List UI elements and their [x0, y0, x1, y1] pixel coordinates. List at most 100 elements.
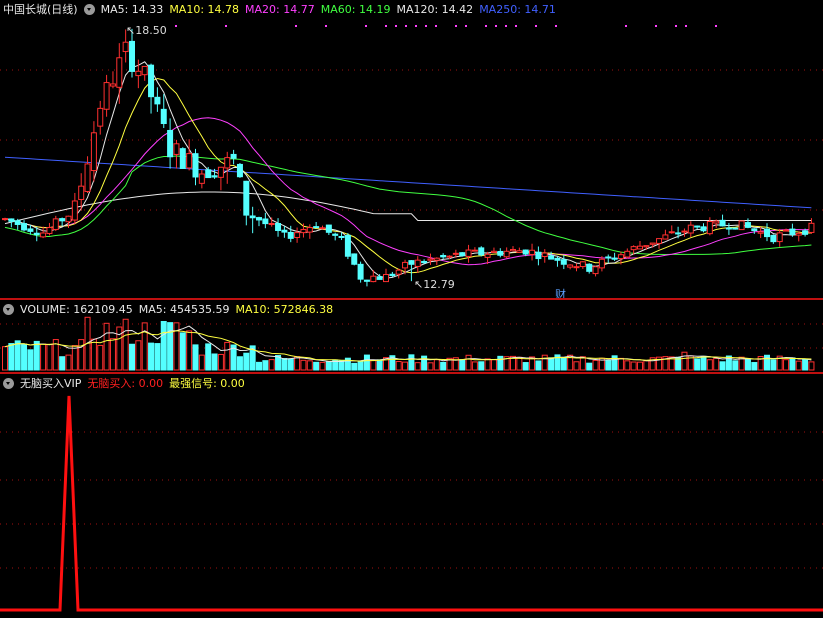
volume-bar: [71, 345, 78, 371]
candle: [103, 74, 110, 117]
volume-bar: [808, 361, 815, 371]
volume-collapse-icon[interactable]: [3, 303, 14, 315]
volume-bar: [802, 358, 809, 371]
candle: [97, 100, 104, 135]
candle: [332, 232, 339, 241]
candle-body: [21, 223, 28, 231]
candle: [656, 238, 663, 249]
volume-bar: [764, 354, 770, 371]
candle-body: [808, 222, 815, 233]
candle: [465, 244, 472, 263]
volume-bar: [211, 353, 218, 371]
candle-body: [554, 257, 561, 261]
volume-bar: [363, 354, 370, 371]
signal-dot-19: [365, 25, 367, 27]
candle-body: [71, 200, 78, 221]
volume-bar: [300, 359, 307, 371]
candle-body: [687, 224, 694, 234]
candle: [344, 233, 351, 260]
candle-body: [97, 107, 104, 127]
ma-legend-item-1: MA10: 14.78: [169, 2, 240, 16]
candle-body: [516, 250, 523, 253]
price-pane[interactable]: 中国长城(日线) MA5: 14.33 MA10: 14.78 MA20: 14.7…: [0, 0, 823, 301]
high-arrow-icon: ↖: [126, 24, 136, 37]
volume-pane[interactable]: VOLUME: 162109.45 MA5: 454535.59 MA10: 572…: [0, 300, 823, 372]
volume-bar: [700, 355, 707, 371]
candle: [40, 226, 47, 239]
candle: [567, 264, 574, 270]
candle: [198, 170, 205, 189]
volume-legend-item-1: MA5: 454535.59: [138, 302, 230, 316]
candle: [268, 217, 275, 227]
candle-body: [408, 260, 415, 265]
candle-body: [573, 266, 580, 269]
volume-bar: [478, 361, 485, 371]
volume-bar: [484, 358, 491, 371]
candle-body: [205, 169, 212, 179]
volume-bar: [440, 361, 447, 371]
signal-dot-21: [385, 25, 387, 27]
candle: [2, 217, 8, 221]
candle-body: [167, 129, 174, 158]
candle: [46, 222, 53, 236]
high-price-annotation: ↖18.50: [126, 24, 167, 37]
volume-bar: [192, 344, 199, 371]
volume-bar: [592, 359, 599, 371]
candle-body: [783, 229, 790, 232]
volume-bar: [351, 362, 358, 371]
candle: [637, 241, 643, 250]
candle-body: [287, 231, 294, 239]
candle-body: [719, 219, 726, 227]
candle-body: [706, 220, 713, 235]
candle: [256, 216, 262, 227]
candle-body: [624, 250, 631, 258]
volume-bar: [357, 360, 364, 371]
signal-dot-51: [685, 25, 687, 27]
candle-body: [179, 148, 186, 169]
volume-bar: [408, 354, 415, 371]
volume-bar: [376, 359, 383, 371]
volume-bar: [21, 343, 28, 371]
candle-body: [40, 232, 47, 238]
candle-body: [135, 70, 142, 77]
candle: [529, 243, 536, 261]
indicator-chart[interactable]: [0, 374, 823, 618]
candle-body: [725, 227, 732, 230]
volume-bar: [141, 322, 148, 371]
candle: [192, 148, 199, 186]
candle-body: [751, 228, 758, 231]
candle: [319, 225, 326, 230]
price-collapse-icon[interactable]: [83, 3, 95, 15]
candle-body: [186, 153, 193, 169]
candle: [306, 224, 313, 239]
candle: [262, 212, 269, 229]
volume-bar: [294, 356, 301, 371]
volume-bar: [198, 354, 205, 371]
candlestick-chart[interactable]: [0, 0, 823, 298]
indicator-collapse-icon[interactable]: [3, 377, 14, 389]
candle: [21, 220, 28, 232]
low-arrow-icon: ↖: [414, 278, 424, 291]
candle-body: [275, 222, 282, 231]
candle-body: [732, 227, 739, 230]
candle-body: [319, 227, 326, 230]
signal-dot-50: [675, 25, 677, 27]
ma-legend-item-2: MA20: 14.77: [245, 2, 315, 16]
candle-body: [700, 226, 707, 232]
candle-body: [668, 231, 675, 234]
candle: [751, 228, 758, 234]
candle: [459, 252, 466, 257]
indicator-legend-item-0: 无脑买入: 0.00: [87, 377, 164, 390]
candle: [490, 247, 497, 253]
candle-body: [770, 234, 777, 243]
indicator-pane[interactable]: 无脑买入VIP 无脑买入: 0.00 最强信号: 0.00: [0, 374, 823, 618]
candle: [573, 263, 580, 272]
candle-body: [173, 143, 180, 155]
volume-bar: [287, 358, 294, 371]
volume-bar: [783, 359, 790, 371]
candle: [173, 139, 180, 169]
candle: [478, 246, 485, 257]
candle-body: [744, 222, 751, 228]
ma-legend-item-3: MA60: 14.19: [320, 2, 391, 16]
candle-body: [268, 222, 275, 225]
